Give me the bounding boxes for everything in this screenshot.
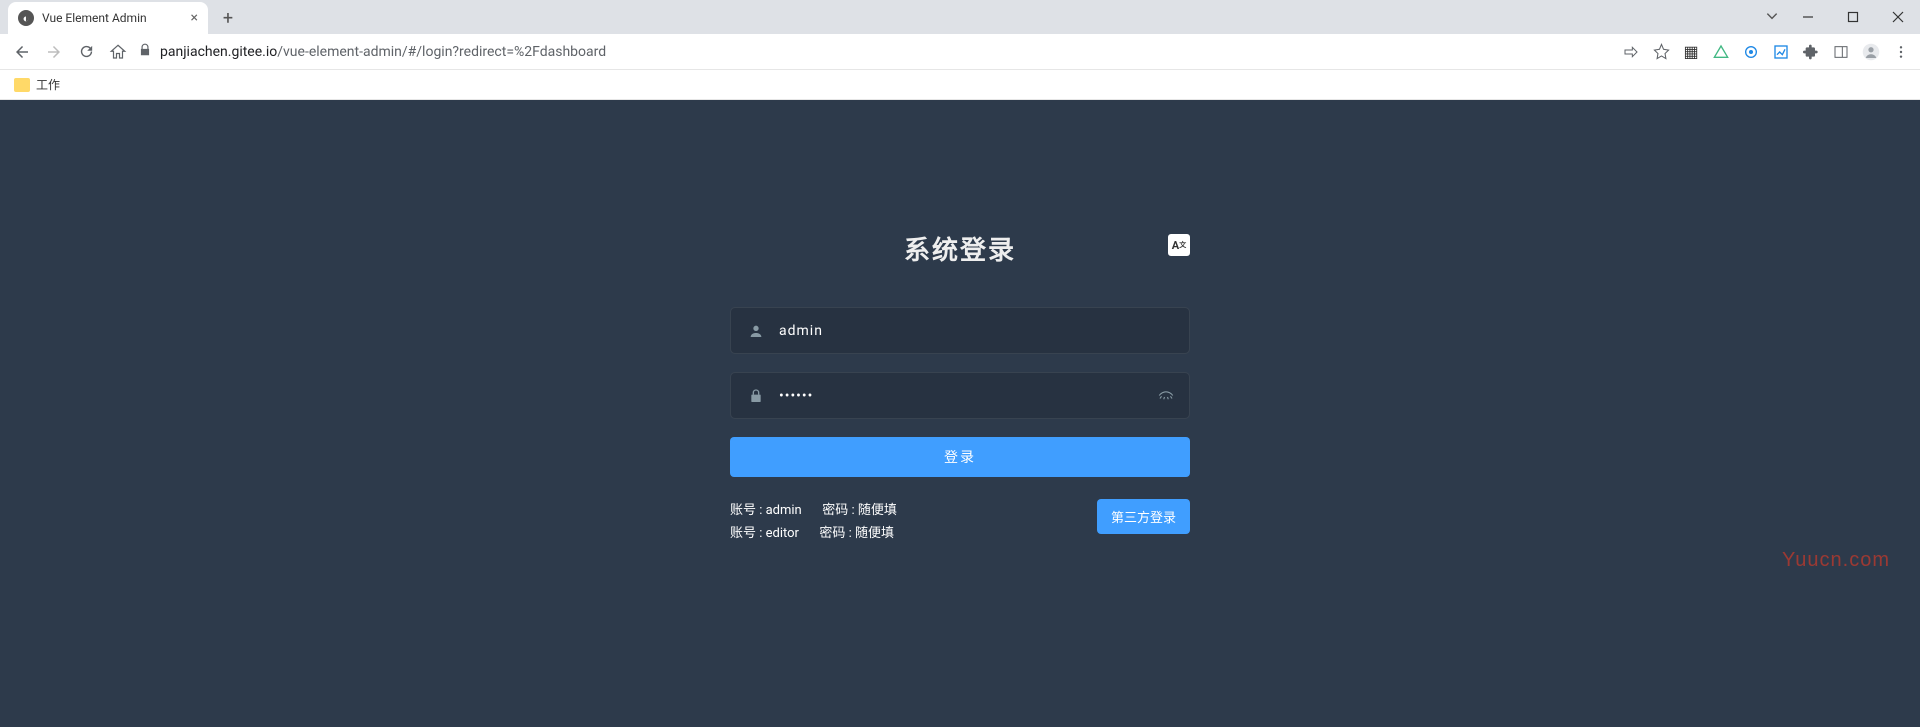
window-controls [1765, 0, 1920, 34]
side-panel-icon[interactable] [1832, 43, 1850, 61]
lock-icon [745, 388, 767, 404]
close-window-button[interactable] [1875, 0, 1920, 34]
toolbar-icons: ▦ [1622, 43, 1910, 61]
star-icon[interactable] [1652, 43, 1670, 61]
favicon-icon: ◐ [18, 10, 34, 26]
tips-row: 账号 : admin 密码 : 随便填 账号 : editor 密码 : 随便填… [730, 499, 1190, 546]
share-icon[interactable] [1622, 43, 1640, 61]
toggle-password-icon[interactable] [1157, 385, 1175, 407]
third-party-login-button[interactable]: 第三方登录 [1097, 499, 1190, 534]
extensions-menu-icon[interactable] [1802, 43, 1820, 61]
username-field-wrapper [730, 307, 1190, 354]
tip-password-2: 密码 : 随便填 [819, 526, 894, 541]
maximize-button[interactable] [1830, 0, 1875, 34]
bookmark-folder[interactable]: 工作 [14, 76, 60, 93]
vue-devtools-icon[interactable] [1712, 43, 1730, 61]
browser-tab[interactable]: ◐ Vue Element Admin × [8, 2, 208, 34]
watermark: Yuucn.com [1782, 549, 1890, 572]
menu-icon[interactable] [1892, 43, 1910, 61]
page-title: 系统登录 [730, 230, 1190, 267]
new-tab-button[interactable]: + [214, 4, 242, 32]
tip-password-1: 密码 : 随便填 [822, 503, 897, 518]
user-icon [745, 323, 767, 339]
address-bar: panjiachen.gitee.io/vue-element-admin/#/… [0, 34, 1920, 70]
forward-button[interactable] [42, 40, 66, 64]
reload-button[interactable] [74, 40, 98, 64]
tab-title: Vue Element Admin [42, 11, 191, 25]
app-content: 系统登录 A文 登录 账号 : admin [0, 100, 1920, 727]
folder-icon [14, 78, 30, 92]
close-tab-icon[interactable]: × [191, 10, 198, 26]
login-button[interactable]: 登录 [730, 437, 1190, 477]
home-button[interactable] [106, 40, 130, 64]
username-input[interactable] [767, 308, 1175, 353]
browser-tab-bar: ◐ Vue Element Admin × + [0, 0, 1920, 34]
tip-account-1: 账号 : admin [730, 503, 802, 518]
password-field-wrapper [730, 372, 1190, 419]
extension-icon-1[interactable]: ▦ [1682, 43, 1700, 61]
back-button[interactable] [10, 40, 34, 64]
login-tips: 账号 : admin 密码 : 随便填 账号 : editor 密码 : 随便填 [730, 499, 897, 546]
password-input[interactable] [767, 373, 1157, 418]
bookmark-label: 工作 [36, 76, 60, 93]
extension-icon-3[interactable] [1772, 43, 1790, 61]
profile-icon[interactable] [1862, 43, 1880, 61]
lock-icon [138, 43, 152, 61]
url-input[interactable]: panjiachen.gitee.io/vue-element-admin/#/… [138, 43, 1604, 61]
tip-account-2: 账号 : editor [730, 526, 799, 541]
url-host: panjiachen.gitee.io [160, 44, 277, 60]
url-path: /vue-element-admin/#/login?redirect=%2Fd… [277, 44, 606, 60]
bookmark-bar: 工作 [0, 70, 1920, 100]
language-switch-button[interactable]: A文 [1168, 234, 1190, 256]
login-form: 系统登录 A文 登录 账号 : admin [730, 100, 1190, 546]
minimize-button[interactable] [1785, 0, 1830, 34]
chevron-down-icon[interactable] [1765, 8, 1779, 27]
extension-icon-2[interactable] [1742, 43, 1760, 61]
